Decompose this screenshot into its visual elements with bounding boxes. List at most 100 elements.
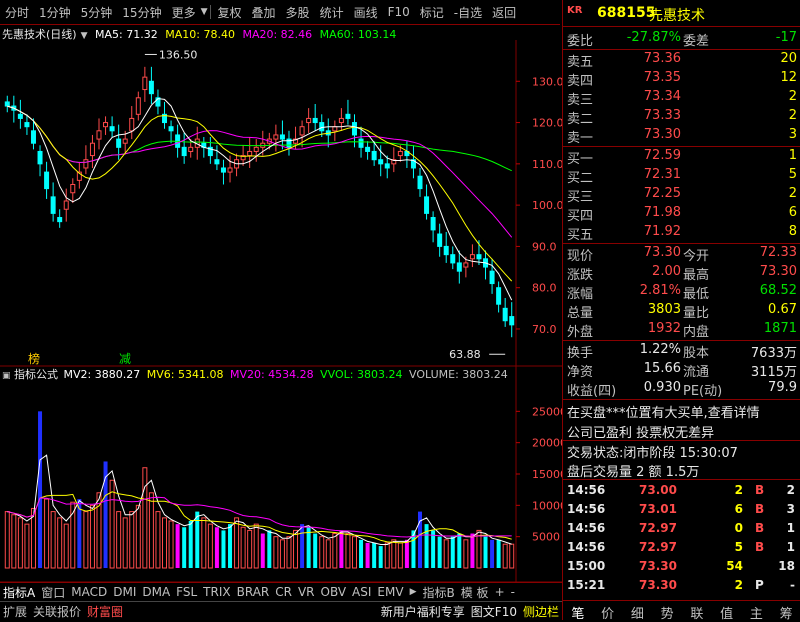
volume-bar — [89, 504, 95, 569]
tab-price[interactable]: 价 — [593, 601, 623, 622]
tab-indicator-b[interactable]: 指标B — [420, 584, 458, 601]
indicator-name[interactable]: 指标公式 — [14, 368, 58, 381]
candle-body — [378, 159, 384, 165]
bid-price: 71.92 — [643, 224, 681, 239]
tab-detail[interactable]: 细 — [623, 601, 653, 622]
tab-fenshi[interactable]: 分时 — [0, 4, 34, 21]
candle-body — [509, 316, 515, 326]
tab-emv[interactable]: EMV — [374, 585, 406, 599]
quote-stat-row: 涨跌 2.00 最高 73.30 — [563, 263, 800, 283]
candle-body — [214, 159, 220, 165]
candle-body — [338, 117, 344, 124]
volume-bar — [70, 501, 76, 569]
volume-bar — [443, 539, 449, 569]
ask-level[interactable]: 卖三 73.34 2 — [563, 88, 800, 108]
tick-price: 73.30 — [639, 559, 677, 573]
tab-indicator-a[interactable]: 指标A — [0, 584, 38, 601]
f10-button[interactable]: F10 — [383, 5, 415, 19]
kline-chart[interactable]: 130.0 120.0 110.0 100.0 90.0 80.0 70.0 25000 200… — [0, 40, 562, 582]
ask-level[interactable]: 卖二 73.33 2 — [563, 107, 800, 127]
fund-value-2: 3115万 — [750, 365, 797, 380]
fund-value: 1.22% — [639, 342, 681, 357]
tab-asi[interactable]: ASI — [349, 585, 374, 599]
tab-dma[interactable]: DMA — [139, 585, 173, 599]
add-pane-button[interactable]: + — [492, 585, 508, 599]
back-button[interactable]: 返回 — [487, 4, 521, 21]
remove-pane-button[interactable]: - — [508, 585, 518, 599]
ask-level[interactable]: 卖五 73.36 20 — [563, 50, 800, 70]
stat-label: 涨跌 — [567, 268, 594, 283]
stat-label-2: 最高 — [683, 268, 710, 283]
volume-bar — [325, 539, 331, 569]
ask-level[interactable]: 卖四 73.35 12 — [563, 69, 800, 89]
tick-price: 72.97 — [639, 540, 677, 554]
tab-template[interactable]: 模 板 — [458, 584, 492, 601]
big-order-alert[interactable]: 在买盘***位置有大买单,查看详情 — [563, 401, 800, 421]
tab-dmi[interactable]: DMI — [110, 585, 139, 599]
tab-trades[interactable]: 笔 — [563, 601, 593, 622]
volume-bar — [188, 521, 193, 568]
tab-obv[interactable]: OBV — [318, 585, 350, 599]
tab-5min[interactable]: 5分钟 — [76, 4, 118, 21]
tab-cr[interactable]: CR — [272, 585, 295, 599]
related-quote-button[interactable]: 关联报价 — [30, 603, 84, 620]
volume-tick-label: 25000 — [532, 405, 562, 418]
wealth-circle-button[interactable]: 财富圈 — [84, 603, 126, 620]
tab-main[interactable]: 主 — [742, 601, 772, 622]
volume-bar — [63, 523, 69, 569]
bid-level[interactable]: 买一 72.59 1 — [563, 147, 800, 167]
watchlist-remove-button[interactable]: -自选 — [449, 4, 487, 21]
new-user-promo-link[interactable]: 新用户福利专享 — [378, 603, 468, 620]
price-tick-label: 130.0 — [532, 75, 562, 88]
volume-bar — [234, 517, 240, 569]
volume-bar — [431, 530, 436, 568]
candle-body — [437, 233, 443, 247]
volume-bar — [339, 530, 344, 568]
more-chevron-icon[interactable]: ▼ — [201, 7, 208, 17]
tab-brar[interactable]: BRAR — [234, 585, 273, 599]
multi-stock-button[interactable]: 多股 — [281, 4, 315, 21]
candle-body — [319, 122, 325, 132]
ask-price: 73.36 — [643, 51, 681, 66]
indicator-settings-icon[interactable]: ▣ — [2, 371, 11, 381]
tab-more[interactable]: 更多 — [167, 4, 201, 21]
sidebar-toggle-button[interactable]: 侧边栏 — [520, 603, 562, 620]
stats-button[interactable]: 统计 — [315, 4, 349, 21]
bid-level[interactable]: 买三 72.25 2 — [563, 185, 800, 205]
candle-body — [227, 167, 233, 173]
badge-bang: 榜 — [28, 351, 40, 366]
tab-link[interactable]: 联 — [682, 601, 712, 622]
wb-value: -27.87% — [626, 30, 681, 45]
overlay-button[interactable]: 叠加 — [247, 4, 281, 21]
tab-trix[interactable]: TRIX — [200, 585, 233, 599]
expand-button[interactable]: 扩展 — [0, 603, 30, 620]
candle-body — [37, 150, 43, 165]
tab-chips[interactable]: 筹 — [771, 601, 800, 622]
volume-bar — [463, 539, 469, 569]
bid-level[interactable]: 买二 72.31 5 — [563, 166, 800, 186]
candle-body — [135, 97, 141, 115]
volume-bar — [228, 524, 233, 568]
tab-menu-icon[interactable]: ▶ — [407, 587, 420, 597]
mark-button[interactable]: 标记 — [415, 4, 449, 21]
tab-window[interactable]: 窗口 — [38, 584, 68, 601]
bid-level[interactable]: 买四 71.98 6 — [563, 204, 800, 224]
tab-15min[interactable]: 15分钟 — [117, 4, 166, 21]
f10-graphic-button[interactable]: 图文F10 — [468, 603, 520, 620]
volume-bar — [365, 542, 370, 568]
draw-line-button[interactable]: 画线 — [349, 4, 383, 21]
tick-time: 14:56 — [567, 540, 606, 554]
tab-trend[interactable]: 势 — [652, 601, 682, 622]
tab-1min[interactable]: 1分钟 — [34, 4, 76, 21]
volume-bar — [450, 536, 455, 568]
tab-value[interactable]: 值 — [712, 601, 742, 622]
volume-bar — [247, 529, 253, 569]
volume-tick-label: 20000 — [532, 437, 562, 450]
bid-level[interactable]: 买五 71.92 8 — [563, 223, 800, 243]
ask-level[interactable]: 卖一 73.30 3 — [563, 126, 800, 146]
fuquan-button[interactable]: 复权 — [213, 4, 247, 21]
tab-fsl[interactable]: FSL — [173, 585, 200, 599]
tab-macd[interactable]: MACD — [68, 585, 110, 599]
tab-vr[interactable]: VR — [295, 585, 318, 599]
detail-tabs: 笔 价 细 势 联 值 主 筹 — [563, 600, 800, 622]
